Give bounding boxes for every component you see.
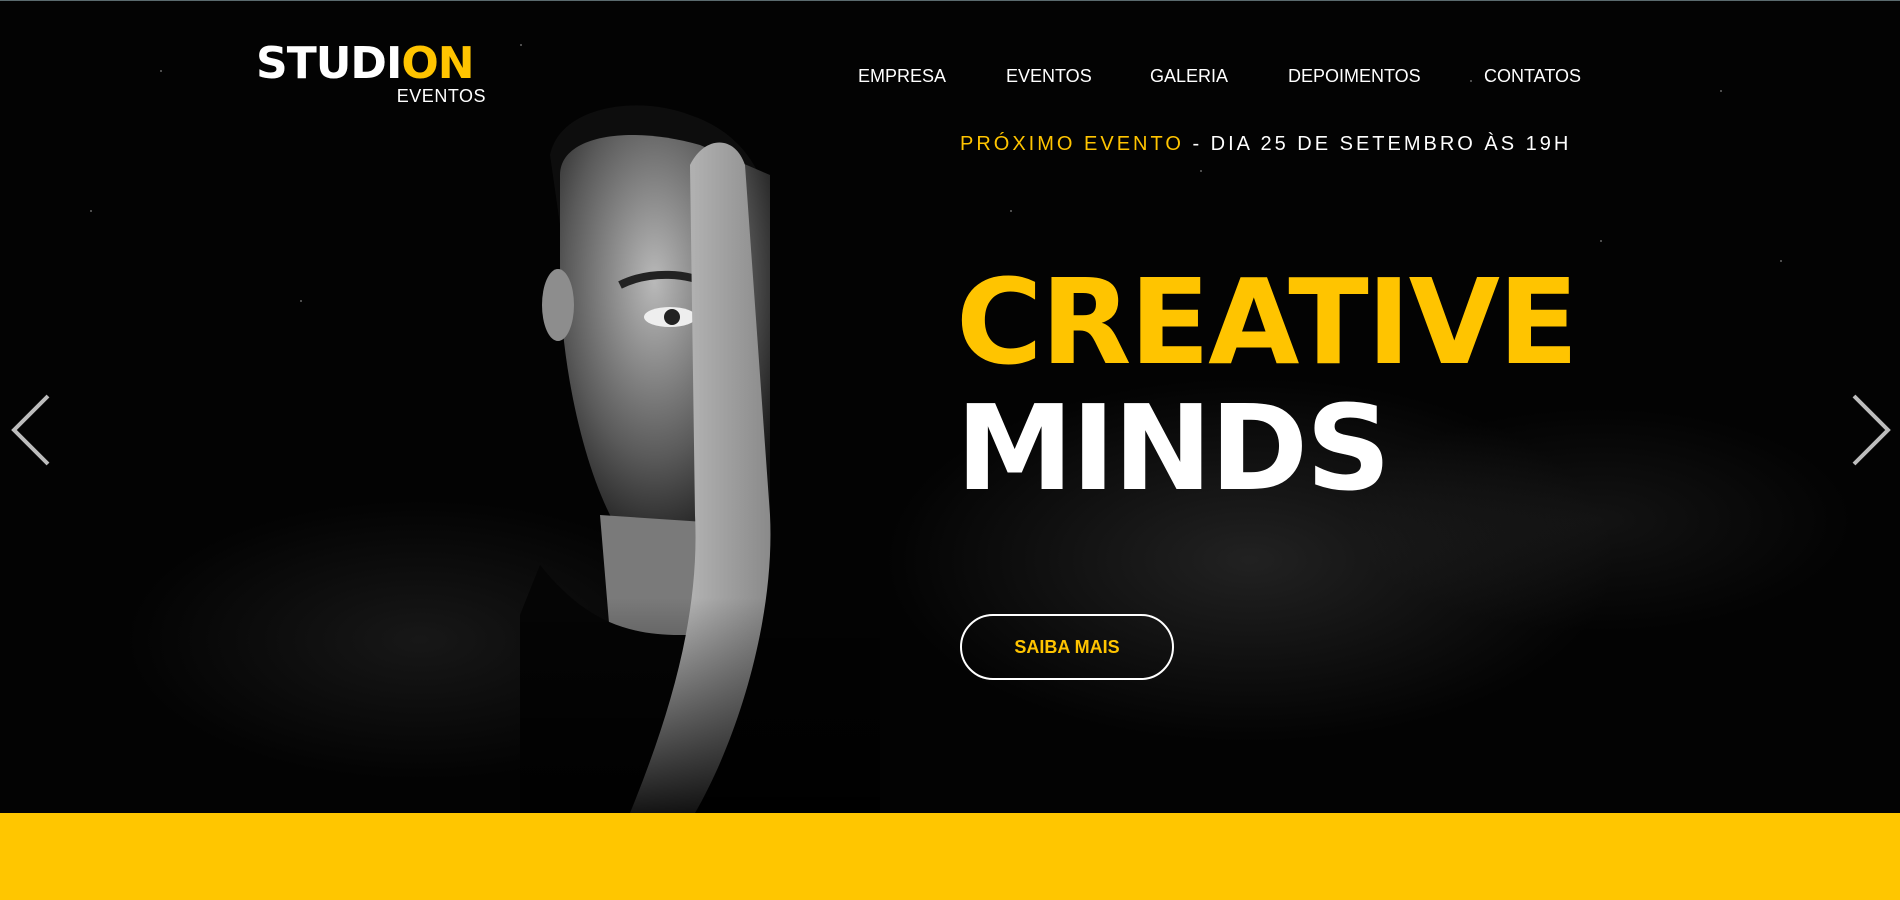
headline-line-2: MINDS <box>956 379 1391 517</box>
yellow-band <box>0 813 1900 900</box>
star <box>90 210 92 212</box>
slider-prev-button[interactable] <box>8 392 54 468</box>
star <box>1200 170 1202 172</box>
nav-item-galeria[interactable]: GALERIA <box>1150 66 1228 87</box>
next-event-date: - DIA 25 DE SETEMBRO ÀS 19H <box>1183 133 1572 155</box>
logo-subtitle: EVENTOS <box>396 86 486 106</box>
hero-section: STUDION EVENTOS EMPRESA EVENTOS GALERIA … <box>0 0 1900 813</box>
brand-logo[interactable]: STUDION EVENTOS <box>256 40 492 110</box>
star <box>300 300 302 302</box>
chevron-right-icon <box>1852 394 1891 466</box>
headline-line-1: CREATIVE <box>956 253 1579 391</box>
star <box>1600 240 1602 242</box>
nav-item-depoimentos[interactable]: DEPOIMENTOS <box>1288 66 1421 87</box>
star <box>160 70 162 72</box>
chevron-left-icon <box>11 394 50 466</box>
nav-item-contatos[interactable]: CONTATOS <box>1484 66 1581 87</box>
star <box>1470 80 1472 82</box>
saiba-mais-button[interactable]: SAIBA MAIS <box>960 614 1174 680</box>
logo-wordmark: STUDION <box>256 40 492 88</box>
star <box>1780 260 1782 262</box>
star <box>1010 210 1012 212</box>
nav-item-eventos[interactable]: EVENTOS <box>1006 66 1092 87</box>
star <box>1720 90 1722 92</box>
top-border <box>0 0 1900 1</box>
logo-text-white: STUDI <box>256 38 402 89</box>
hero-headline: CREATIVE MINDS <box>956 253 1579 517</box>
nav-item-empresa[interactable]: EMPRESA <box>858 66 946 87</box>
star <box>520 44 522 46</box>
next-event-label: PRÓXIMO EVENTO <box>960 133 1184 155</box>
portrait-image <box>520 95 880 813</box>
slider-next-button[interactable] <box>1848 392 1894 468</box>
logo-text-yellow: ON <box>401 38 474 89</box>
next-event-banner: PRÓXIMO EVENTO - DIA 25 DE SETEMBRO ÀS 1… <box>960 133 1571 156</box>
